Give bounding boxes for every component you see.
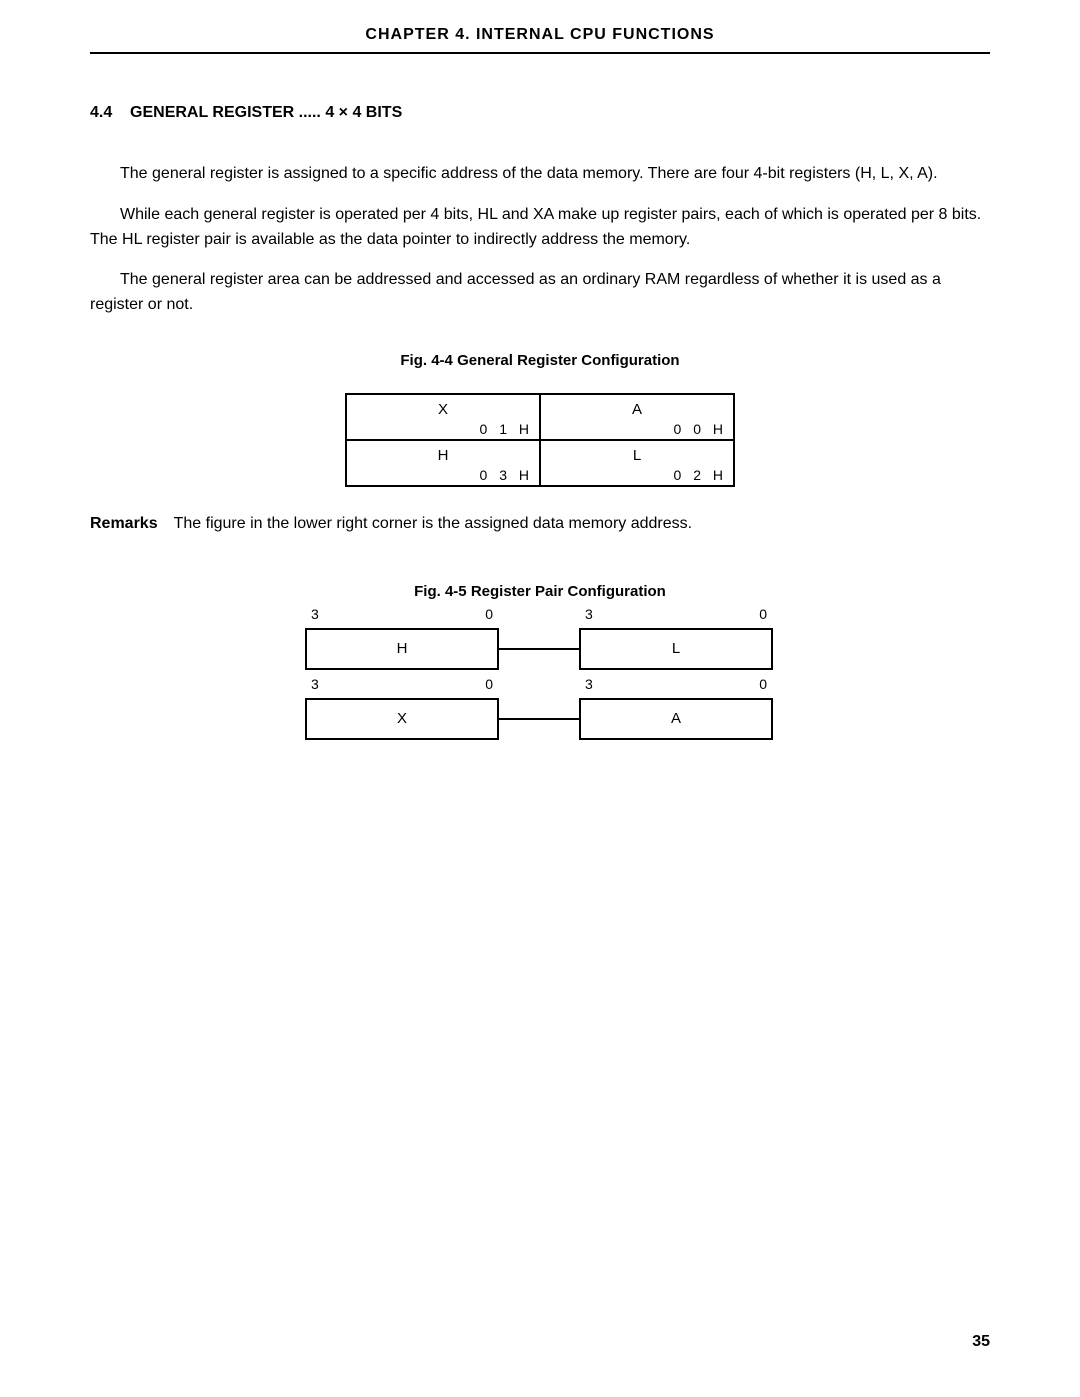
bit-label-hi: 3: [585, 676, 593, 692]
bit-label-hi: 3: [311, 606, 319, 622]
bit-label-hi: 3: [311, 676, 319, 692]
pair-box-right: 3 0 A: [579, 698, 773, 740]
remarks-line: Remarks The figure in the lower right cor…: [90, 515, 990, 533]
remarks-text: The figure in the lower right corner is …: [174, 515, 692, 532]
reg-cell-x: X 0 1 H: [346, 394, 540, 440]
pair-reg-name: H: [397, 640, 408, 657]
remarks-label: Remarks: [90, 515, 158, 532]
reg-addr: 0 3 H: [480, 467, 533, 483]
pair-reg-name: X: [397, 710, 407, 727]
pair-reg-name: L: [672, 640, 680, 657]
register-pair-diagram: 3 0 H 3 0 L 3 0 X 3 0 A: [305, 628, 775, 740]
body-paragraph-2: While each general register is operated …: [90, 203, 990, 253]
pair-connector: [499, 718, 579, 720]
bit-label-lo: 0: [759, 676, 767, 692]
reg-name: X: [438, 401, 448, 418]
reg-addr: 0 0 H: [674, 421, 727, 437]
reg-addr: 0 2 H: [674, 467, 727, 483]
page-number: 35: [972, 1333, 990, 1351]
reg-name: L: [633, 447, 641, 464]
pair-box-left: 3 0 X: [305, 698, 499, 740]
reg-name: A: [632, 401, 642, 418]
reg-addr: 0 1 H: [480, 421, 533, 437]
chapter-header: CHAPTER 4. INTERNAL CPU FUNCTIONS: [90, 26, 990, 54]
bit-label-lo: 0: [485, 676, 493, 692]
body-paragraph-3: The general register area can be address…: [90, 268, 990, 318]
section-title: 4.4 GENERAL REGISTER ..... 4 × 4 BITS: [90, 104, 990, 122]
pair-row-xa: 3 0 X 3 0 A: [305, 698, 775, 740]
bit-label-hi: 3: [585, 606, 593, 622]
pair-connector: [499, 648, 579, 650]
bit-label-lo: 0: [485, 606, 493, 622]
bit-label-lo: 0: [759, 606, 767, 622]
section-number: 4.4: [90, 104, 112, 121]
reg-name: H: [438, 447, 449, 464]
pair-box-left: 3 0 H: [305, 628, 499, 670]
section-heading: GENERAL REGISTER ..... 4 × 4 BITS: [130, 104, 402, 121]
pair-box-right: 3 0 L: [579, 628, 773, 670]
pair-row-hl: 3 0 H 3 0 L: [305, 628, 775, 670]
body-paragraph-1: The general register is assigned to a sp…: [90, 162, 990, 187]
pair-reg-name: A: [671, 710, 681, 727]
reg-cell-l: L 0 2 H: [540, 440, 734, 486]
reg-cell-h: H 0 3 H: [346, 440, 540, 486]
figure-4-5-caption: Fig. 4-5 Register Pair Configuration: [90, 583, 990, 600]
reg-cell-a: A 0 0 H: [540, 394, 734, 440]
register-configuration-table: X 0 1 H A 0 0 H H 0 3 H L 0 2 H: [345, 393, 735, 487]
figure-4-4-caption: Fig. 4-4 General Register Configuration: [90, 352, 990, 369]
